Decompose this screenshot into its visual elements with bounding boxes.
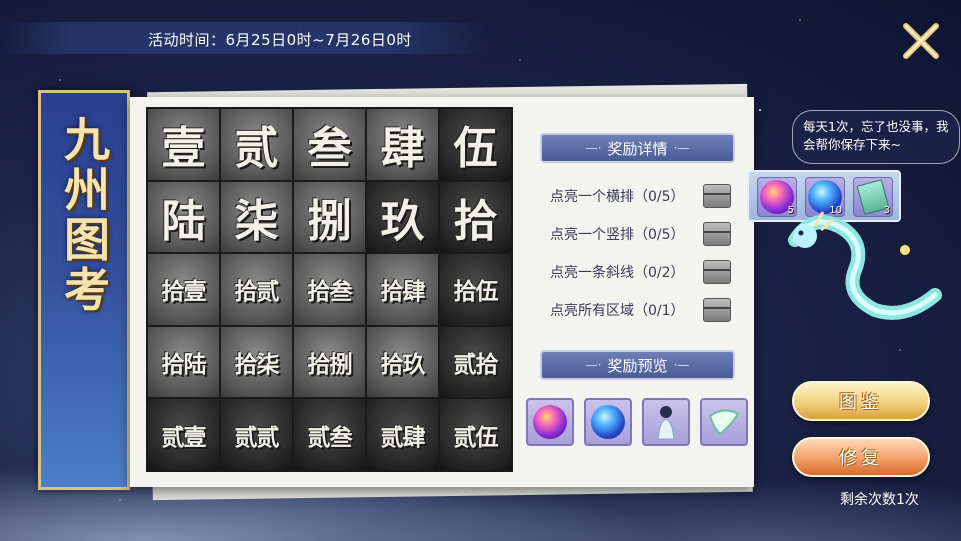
grid-cell[interactable]: 拾陆 bbox=[148, 326, 219, 398]
repair-button[interactable]: 修复 bbox=[792, 437, 930, 477]
reward-details-title: 奖励详情 bbox=[607, 139, 668, 158]
grid-cell[interactable]: 拾 bbox=[440, 181, 511, 253]
grid-cell[interactable]: 拾玖 bbox=[367, 326, 438, 398]
remaining-attempts: 剩余次数1次 bbox=[840, 492, 919, 508]
task-row-1: 点亮一个横排（0/5） bbox=[550, 189, 685, 205]
event-time-text: 活动时间：6月25日0时~7月26日0时 bbox=[148, 31, 412, 49]
grid-cell[interactable]: 陆 bbox=[148, 181, 219, 253]
catalog-button[interactable]: 图鉴 bbox=[792, 381, 930, 421]
title-banner: 九 州 图 考 bbox=[38, 90, 130, 490]
chest-icon-all[interactable] bbox=[703, 298, 731, 322]
grid-cell[interactable]: 叁 bbox=[294, 109, 365, 180]
grid-cell[interactable]: 拾叁 bbox=[294, 254, 365, 325]
grid-cell[interactable]: 肆 bbox=[367, 109, 438, 180]
reward-preview-title: 奖励预览 bbox=[607, 356, 668, 375]
grid-cell[interactable]: 玖 bbox=[367, 181, 438, 253]
chest-icon-diagonal[interactable] bbox=[703, 260, 731, 284]
close-icon bbox=[903, 23, 939, 59]
character-icon bbox=[657, 406, 675, 440]
close-button[interactable] bbox=[900, 20, 942, 62]
grid-cell[interactable]: 伍 bbox=[440, 109, 511, 180]
preview-item-purple-orb[interactable] bbox=[526, 398, 574, 446]
grid-cell[interactable]: 拾贰 bbox=[221, 254, 292, 325]
grid-cell[interactable]: 贰壹 bbox=[148, 399, 219, 470]
grid-cell[interactable]: 贰叁 bbox=[294, 399, 365, 470]
grid-cell[interactable]: 贰贰 bbox=[221, 399, 292, 470]
helper-speech-bubble: 每天1次，忘了也没事，我会帮你保存下来~ bbox=[792, 110, 960, 164]
reward-preview-header: —· 奖励预览 ·— bbox=[540, 350, 735, 380]
puzzle-grid: 壹贰叁肆伍陆柒捌玖拾拾壹 拾贰 拾叁 拾肆 拾伍 拾陆 拾柒 拾捌 拾玖 贰拾 贰壹 贰贰 贰叁 贰肆 贰伍 bbox=[146, 107, 513, 472]
dragon-mascot bbox=[788, 211, 942, 320]
grid-cell[interactable]: 贰 bbox=[221, 109, 292, 180]
task-diagonal: 点亮一条斜线（0/2） bbox=[550, 265, 685, 281]
grid-cell[interactable]: 捌 bbox=[294, 181, 365, 253]
preview-item-blue-orb[interactable] bbox=[584, 398, 632, 446]
grid-cell[interactable]: 壹 bbox=[148, 109, 219, 180]
grid-cell[interactable]: 贰肆 bbox=[367, 399, 438, 470]
grid-cell[interactable]: 拾壹 bbox=[148, 254, 219, 325]
grid-cell[interactable]: 贰伍 bbox=[440, 399, 511, 470]
reward-details-header: —· 奖励详情 ·— bbox=[540, 133, 735, 163]
chest-icon-row[interactable] bbox=[703, 184, 731, 208]
chest-icon-column[interactable] bbox=[703, 222, 731, 246]
grid-cell[interactable]: 拾柒 bbox=[221, 326, 292, 398]
wing-icon bbox=[708, 409, 740, 436]
preview-item-wing[interactable] bbox=[700, 398, 748, 446]
grid-cell[interactable]: 柒 bbox=[221, 181, 292, 253]
task-all-areas: 点亮所有区域（0/1） bbox=[550, 303, 685, 319]
task-column-1: 点亮一个竖排（0/5） bbox=[550, 227, 685, 243]
blue-orb-icon bbox=[591, 405, 625, 439]
purple-orb-icon bbox=[533, 405, 567, 439]
grid-cell[interactable]: 贰拾 bbox=[440, 326, 511, 398]
banner-title: 九 州 图 考 bbox=[64, 113, 110, 317]
grid-cell[interactable]: 拾捌 bbox=[294, 326, 365, 398]
preview-item-character[interactable] bbox=[642, 398, 690, 446]
grid-cell[interactable]: 拾肆 bbox=[367, 254, 438, 325]
grid-cell[interactable]: 拾伍 bbox=[440, 254, 511, 325]
